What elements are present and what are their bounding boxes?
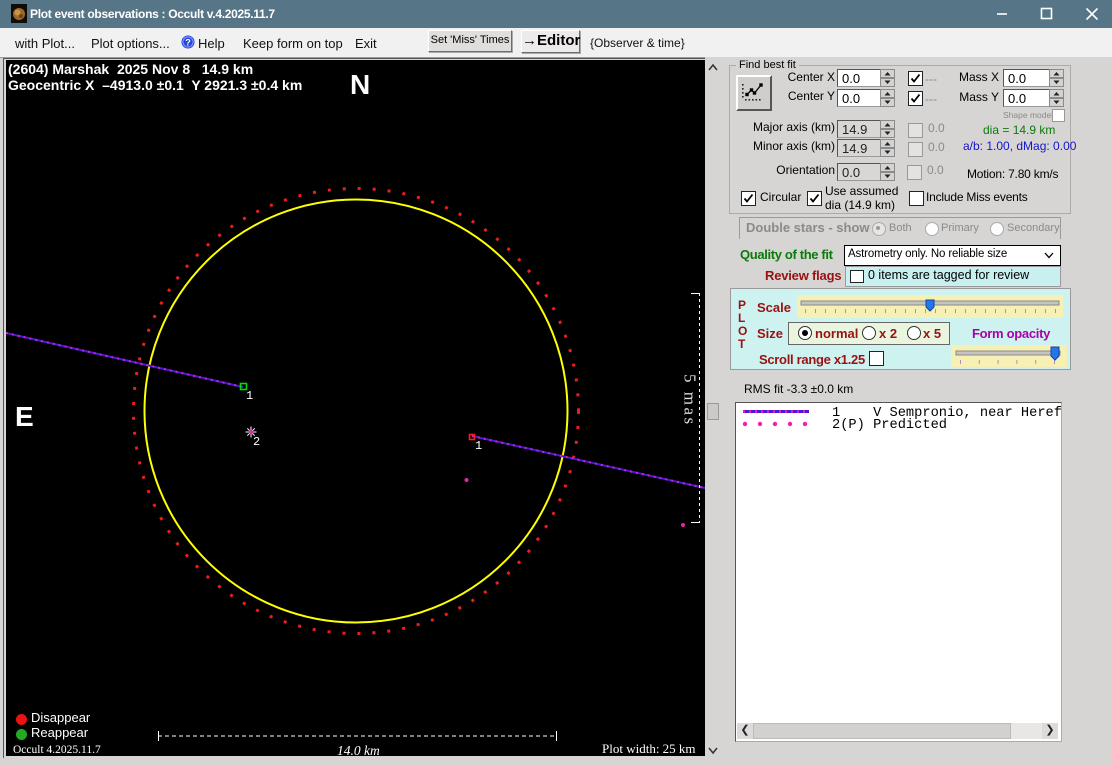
svg-text:1: 1 — [246, 389, 253, 403]
svg-text:5 mas: 5 mas — [681, 374, 700, 427]
svg-text:1: 1 — [475, 439, 482, 453]
svg-text:2: 2 — [253, 435, 260, 449]
svg-text:?: ? — [185, 38, 191, 48]
